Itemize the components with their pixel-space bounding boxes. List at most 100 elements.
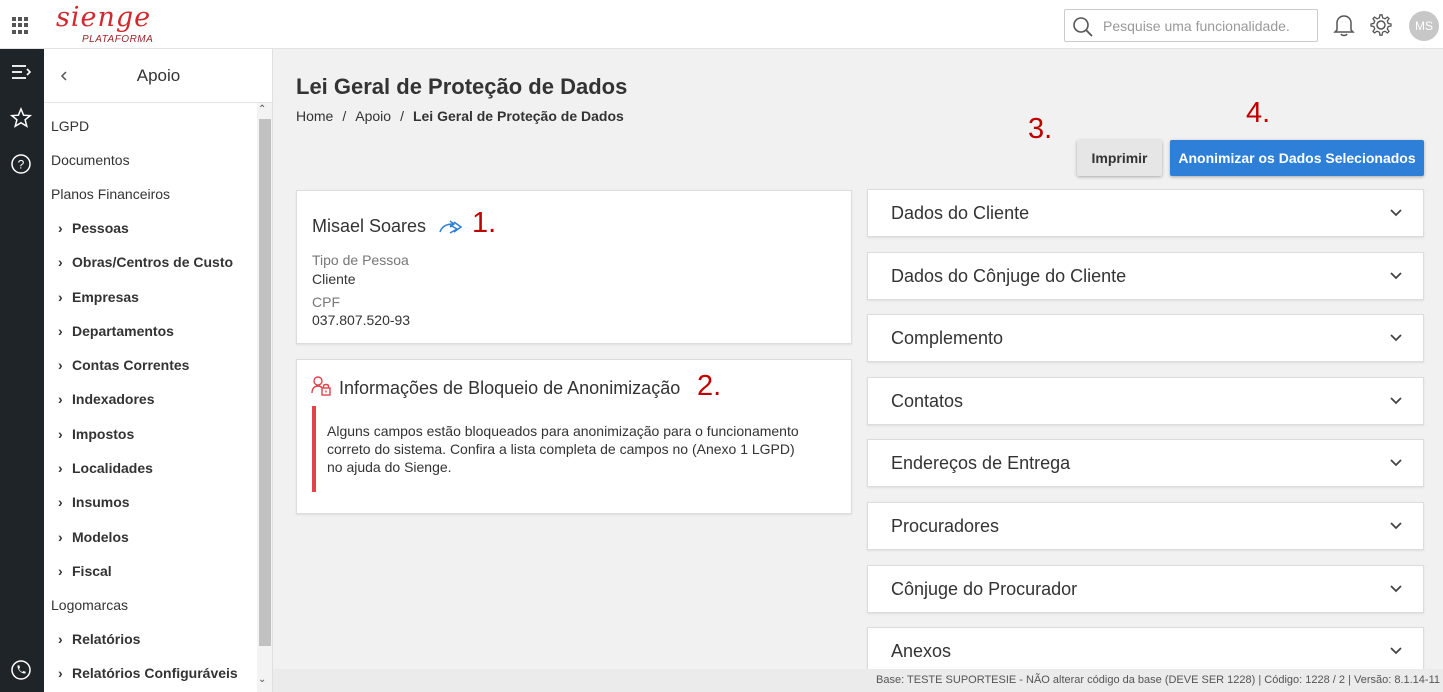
breadcrumb-home[interactable]: Home [296,108,333,124]
sidebar-scroll-thumb[interactable] [259,119,271,646]
settings-gear-icon[interactable] [1369,13,1393,37]
favorites-star-icon[interactable] [10,107,32,129]
person-type-label: Tipo de Pessoa [312,252,409,268]
sidebar-item-label: Modelos [72,529,129,545]
section-title: Dados do Cliente [891,203,1030,223]
section-accordion[interactable]: Contatos [867,376,1424,425]
chevron-down-icon[interactable] [1389,394,1403,408]
logo-subtitle: PLATAFORMA [82,34,154,45]
sidebar-item-label: Empresas [72,289,139,305]
sidebar-item-label: Fiscal [72,563,112,579]
chevron-down-icon[interactable] [1389,644,1403,658]
sidebar-item[interactable]: › Insumos [58,494,130,510]
open-person-link-icon[interactable] [439,219,463,235]
section-accordion[interactable]: Procuradores [867,502,1424,550]
sidebar-item-label: Planos Financeiros [51,186,171,202]
svg-text:?: ? [18,158,25,172]
sidebar-item-label: Insumos [72,494,130,510]
search-input[interactable] [1103,17,1308,35]
menu-collapse-icon[interactable] [10,61,32,83]
user-avatar[interactable]: MS [1409,11,1439,41]
sidebar-item[interactable]: › Indexadores [58,391,154,407]
section-accordion[interactable]: Dados do Cliente [867,189,1424,237]
user-lock-icon [311,376,331,396]
chevron-down-icon[interactable] [1389,519,1403,533]
section-title: Procuradores [891,516,1000,536]
sidebar-item[interactable]: › Relatórios [58,631,140,647]
sidebar-item[interactable]: Planos Financeiros [51,186,170,202]
sidebar-item[interactable]: › Empresas [58,289,139,305]
sidebar-item-label: Localidades [72,460,153,476]
sidebar-item[interactable]: › Contas Correntes [58,357,189,373]
section-accordion[interactable]: Anexos [867,627,1424,676]
person-type-value: Cliente [312,271,356,287]
cpf-label: CPF [312,294,340,310]
sidebar-item[interactable]: › Departamentos [58,323,174,339]
chevron-right-icon: › [58,563,63,579]
sidebar-header: Apoio [44,49,273,103]
sidebar-item-label: Pessoas [72,220,129,236]
sidebar-item-label: Departamentos [72,323,174,339]
annotation-2: 2. [697,370,722,402]
anonymize-button[interactable]: Anonimizar os Dados Selecionados [1170,140,1424,176]
chevron-right-icon: › [58,460,63,476]
chevron-right-icon: › [58,631,63,647]
section-title: Cônjuge do Procurador [891,578,1078,599]
search-box[interactable] [1064,9,1318,42]
chevron-right-icon: › [58,254,63,270]
chevron-right-icon: › [58,220,63,236]
section-title: Anexos [891,641,952,662]
sidebar-item[interactable]: › Pessoas [58,220,129,236]
section-accordion[interactable]: Cônjuge do Procurador [867,564,1424,613]
section-title: Complemento [891,328,1004,349]
status-footer: Base: TESTE SUPORTESIE - NÃO alterar cód… [273,669,1443,692]
apps-grid-icon[interactable] [12,17,29,34]
chevron-right-icon: › [58,323,63,339]
sidebar-item[interactable]: › Modelos [58,529,129,545]
page-title: Lei Geral de Proteção de Dados [296,74,628,99]
sidebar-item[interactable]: › Relatórios Configuráveis [58,665,238,681]
sidebar-item-label: Impostos [72,426,135,442]
annotation-3: 3. [1028,113,1053,145]
sidebar-item-label: Contas Correntes [72,357,190,373]
breadcrumb-apoio[interactable]: Apoio [355,108,391,124]
sidebar-item[interactable]: LGPD [51,118,89,134]
notifications-bell-icon[interactable] [1333,13,1355,37]
phone-support-icon[interactable] [10,659,32,681]
chevron-down-icon[interactable] [1389,206,1403,220]
block-info-text: Alguns campos estão bloqueados para anon… [327,423,799,475]
sienge-logo[interactable]: sienge PLATAFORMA [56,4,166,46]
chevron-right-icon: › [58,494,63,510]
sidebar-item-label: Logomarcas [51,597,129,613]
section-title: Contatos [891,390,964,411]
sidebar-item[interactable]: Logomarcas [51,597,128,613]
breadcrumb-current: Lei Geral de Proteção de Dados [412,108,624,124]
sidebar-item-label: LGPD [51,118,90,134]
chevron-down-icon[interactable] [1389,269,1403,283]
scroll-up-icon[interactable]: ⌃ [258,104,266,115]
breadcrumb: Home / Apoio / Lei Geral de Proteção de Dado… [296,108,624,124]
annotation-1: 1. [472,207,497,239]
scroll-down-icon[interactable]: ⌄ [258,674,266,685]
chevron-down-icon[interactable] [1389,331,1403,345]
sidebar-item-label: Documentos [51,152,130,168]
chevron-down-icon[interactable] [1389,582,1403,596]
chevron-down-icon[interactable] [1389,456,1403,470]
sidebar-item-label: Obras/Centros de Custo [72,254,234,270]
print-button[interactable]: Imprimir [1077,140,1162,176]
sidebar-item-label: Relatórios Configuráveis [72,665,238,681]
annotation-4: 4. [1246,97,1271,129]
sidebar-item[interactable]: › Localidades [58,460,153,476]
sidebar-item[interactable]: › Obras/Centros de Custo [58,254,233,270]
chevron-right-icon: › [58,426,63,442]
section-accordion[interactable]: Endereços de Entrega [867,439,1424,488]
section-accordion[interactable]: Dados do Cônjuge do Cliente [867,251,1424,300]
person-card: Misael Soares 1. Tipo de Pessoa Cliente … [296,190,852,344]
section-accordion[interactable]: Complemento [867,314,1424,363]
sidebar-item[interactable]: › Fiscal [58,563,112,579]
help-icon[interactable]: ? [10,153,32,175]
sidebar-item[interactable]: › Impostos [58,426,134,442]
sidebar-item[interactable]: Documentos [51,152,130,168]
sidebar-item-label: Indexadores [72,391,155,407]
sidebar: Apoio ⌃ ⌄ LGPD Documentos Planos Financeir… [44,49,273,692]
